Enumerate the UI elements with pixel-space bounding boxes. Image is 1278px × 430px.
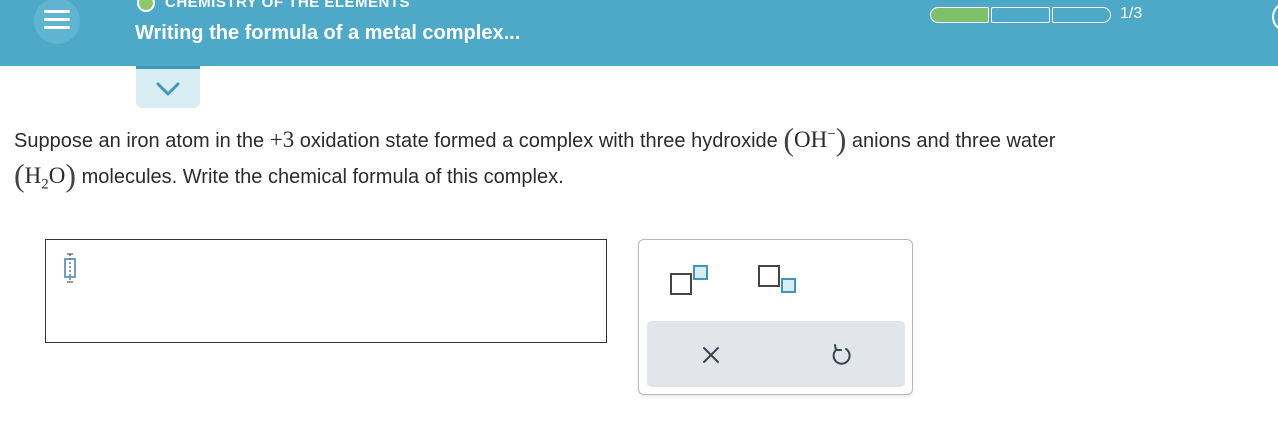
paren-open: (: [14, 157, 25, 193]
question-segment: molecules. Write the chemical formula of…: [76, 166, 564, 188]
topic-status-icon: [137, 0, 155, 12]
topic-label: CHEMISTRY OF THE ELEMENTS: [165, 0, 411, 11]
undo-icon[interactable]: [827, 341, 855, 369]
question-segment: anions and three water: [846, 130, 1056, 152]
subscript-icon[interactable]: [757, 262, 799, 298]
progress-count: 1/3: [1120, 5, 1143, 22]
water-h: H: [24, 163, 42, 188]
palette-action-bar: [647, 321, 905, 387]
profile-icon[interactable]: [1272, 2, 1278, 32]
paren-close: ): [65, 157, 77, 193]
hamburger-icon-line: [44, 10, 70, 13]
question-segment: Suppose an iron atom in the: [14, 130, 270, 152]
collapse-header-button[interactable]: [136, 66, 200, 108]
top-bar: CHEMISTRY OF THE ELEMENTS Writing the fo…: [0, 0, 1278, 66]
progress-segment: [1052, 7, 1111, 23]
oxidation-state: +3: [269, 127, 295, 152]
question-line-1: Suppose an iron atom in the +3 oxidation…: [14, 118, 1278, 157]
question-text: Suppose an iron atom in the +3 oxidation…: [14, 118, 1278, 193]
superscript-icon[interactable]: [669, 262, 711, 298]
progress-segment: [930, 7, 989, 23]
progress-bar: [930, 7, 1111, 23]
progress-segment: [991, 7, 1050, 23]
water-formula: H2O: [24, 163, 66, 192]
chevron-down-icon: [156, 82, 180, 96]
hydroxide-formula: OH−: [794, 127, 836, 152]
hamburger-icon-line: [44, 18, 70, 21]
hydroxide-charge: −: [827, 126, 836, 143]
paren-open: (: [783, 121, 795, 157]
hydroxide-base: OH: [794, 127, 828, 152]
question-line-2: (H2O) molecules. Write the chemical form…: [14, 154, 1278, 193]
formula-tool-palette: [638, 239, 913, 395]
menu-button[interactable]: [34, 0, 80, 44]
water-o: O: [48, 163, 66, 188]
answer-input[interactable]: [45, 239, 607, 343]
clear-icon[interactable]: [697, 341, 725, 369]
paren-close: ): [835, 121, 847, 157]
lesson-title: Writing the formula of a metal complex..…: [135, 22, 521, 44]
question-segment: oxidation state formed a complex with th…: [294, 130, 784, 152]
hamburger-icon-line: [44, 26, 70, 29]
water-subscript: 2: [41, 176, 49, 193]
text-cursor-icon: [64, 253, 76, 283]
